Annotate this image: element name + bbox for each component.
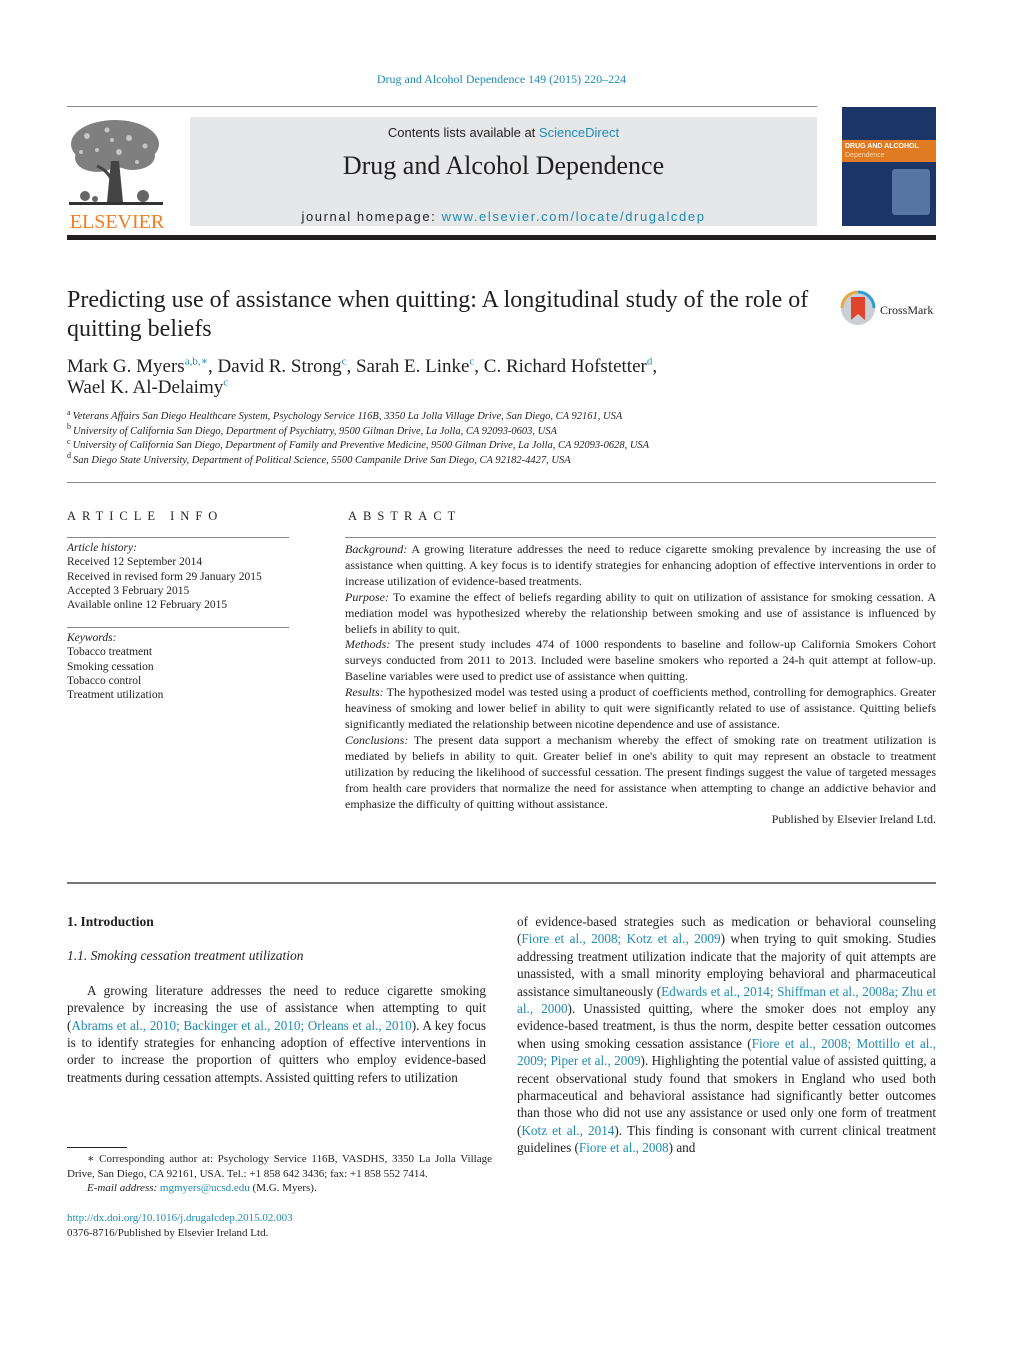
- email-link[interactable]: mgmyers@ucsd.edu: [160, 1182, 250, 1194]
- citation-link[interactable]: Fiore et al., 2008; Kotz et al., 2009: [521, 931, 720, 946]
- history-entry: Accepted 3 February 2015: [67, 584, 190, 597]
- elsevier-tree-icon: [69, 120, 163, 205]
- crossmark-badge[interactable]: CrossMark: [840, 290, 940, 330]
- subsection-heading: 1.1. Smoking cessation treatment utiliza…: [67, 948, 304, 964]
- keyword: Tobacco control: [67, 674, 142, 687]
- homepage-prefix: journal homepage:: [301, 209, 442, 224]
- affiliations-divider: [67, 482, 936, 483]
- citation-link[interactable]: Abrams et al., 2010; Backinger et al., 2…: [71, 1018, 411, 1033]
- author[interactable]: Sarah E. Linkec: [356, 356, 474, 377]
- crossmark-icon: [840, 290, 876, 325]
- email-label: E-mail address:: [87, 1182, 158, 1195]
- body-column-right: of evidence-based strategies such as med…: [517, 913, 936, 1157]
- article-info-divider: [67, 537, 289, 538]
- elsevier-wordmark: ELSEVIER: [69, 211, 165, 233]
- abstract-bottom-divider: [67, 882, 936, 884]
- keyword: Tobacco treatment: [67, 646, 153, 659]
- keywords-label: Keywords:: [67, 632, 117, 644]
- affiliation: b University of California San Diego, Dep…: [67, 422, 557, 437]
- doi-link[interactable]: http://dx.doi.org/10.1016/j.drugalcdep.2…: [67, 1211, 492, 1226]
- affiliation: d San Diego State University, Department …: [67, 451, 571, 466]
- abstract-body: Background: A growing literature address…: [345, 542, 936, 828]
- citation-link[interactable]: Fiore et al., 2008: [579, 1140, 669, 1155]
- journal-homepage-link[interactable]: www.elsevier.com/locate/drugalcdep: [442, 209, 706, 224]
- sciencedirect-link[interactable]: ScienceDirect: [539, 125, 619, 140]
- abstract-heading: ABSTRACT: [348, 509, 462, 523]
- contents-prefix: Contents lists available at: [387, 125, 539, 140]
- body-paragraph: A growing literature addresses the need …: [67, 982, 486, 1086]
- abstract-purpose: Purpose: To examine the effect of belief…: [345, 589, 936, 636]
- keyword: Treatment utilization: [67, 689, 164, 702]
- body-text: ) and: [668, 1140, 696, 1156]
- corresponding-author-footnote: ∗ Corresponding author at: Psychology Se…: [67, 1152, 492, 1196]
- section-heading: 1. Introduction: [67, 914, 154, 929]
- abstract-divider: [345, 537, 936, 538]
- keywords-divider: [67, 627, 289, 628]
- article-title: Predicting use of assistance when quitti…: [67, 287, 809, 342]
- article-info-heading: ARTICLE INFO: [67, 509, 224, 523]
- doi-block: http://dx.doi.org/10.1016/j.drugalcdep.2…: [67, 1211, 492, 1240]
- keywords: Keywords: Tobacco treatment Smoking cess…: [67, 631, 292, 702]
- journal-citation-link[interactable]: Drug and Alcohol Dependence 149 (2015) 2…: [377, 72, 626, 86]
- article-history-label: Article history:: [67, 542, 137, 554]
- citation-link[interactable]: Kotz et al., 2014: [521, 1123, 614, 1138]
- email-suffix: (M.G. Myers).: [249, 1182, 317, 1195]
- abstract-results: Results: The hypothesized model was test…: [345, 685, 936, 731]
- journal-citation[interactable]: Drug and Alcohol Dependence 149 (2015) 2…: [0, 72, 1003, 87]
- journal-masthead: Contents lists available at ScienceDirec…: [190, 117, 817, 226]
- author-list: Mark G. Myersa,b,∗, David R. Strongc, Sa…: [67, 355, 658, 398]
- elsevier-logo[interactable]: ELSEVIER: [67, 116, 167, 233]
- affiliations: a Veterans Affairs San Diego Healthcare S…: [67, 407, 937, 468]
- author-affiliation-marks[interactable]: a,b,∗: [185, 356, 208, 368]
- issn-line: 0376-8716/Published by Elsevier Ireland …: [67, 1226, 269, 1239]
- crossmark-label: CrossMark: [880, 303, 934, 317]
- abstract-conclusions: Conclusions: The present data support a …: [345, 732, 936, 811]
- keyword: Smoking cessation: [67, 660, 154, 673]
- author-affiliation-marks[interactable]: c: [223, 377, 228, 389]
- history-entry: Received 12 September 2014: [67, 556, 203, 569]
- body-column-left: 1. Introduction 1.1. Smoking cessation t…: [67, 913, 486, 1086]
- author[interactable]: Mark G. Myersa,b,∗: [67, 356, 208, 377]
- affiliation: c University of California San Diego, Dep…: [67, 436, 650, 451]
- journal-cover-image[interactable]: DRUG AND ALCOHOL Dependence: [842, 107, 936, 226]
- email-line: E-mail address: mgmyers@ucsd.edu (M.G. M…: [67, 1181, 492, 1196]
- affiliation: a Veterans Affairs San Diego Healthcare S…: [67, 407, 623, 422]
- cover-title: DRUG AND ALCOHOL: [845, 143, 919, 150]
- contents-available-line: Contents lists available at ScienceDirec…: [190, 125, 817, 140]
- author[interactable]: Wael K. Al-Delaimyc: [67, 377, 228, 398]
- header-thick-divider: [67, 235, 936, 240]
- top-divider: [67, 106, 817, 107]
- journal-homepage-line: journal homepage: www.elsevier.com/locat…: [190, 209, 817, 224]
- abstract-publisher-line: Published by Elsevier Ireland Ltd.: [771, 812, 936, 827]
- abstract-methods: Methods: The present study includes 474 …: [345, 637, 936, 684]
- history-entry: Received in revised form 29 January 2015: [67, 570, 262, 583]
- body-paragraph: of evidence-based strategies such as med…: [517, 913, 936, 1157]
- author[interactable]: David R. Strongc: [218, 356, 347, 377]
- author[interactable]: C. Richard Hofstetterd: [484, 356, 653, 377]
- corresponding-author-text: ∗ Corresponding author at: Psychology Se…: [67, 1153, 492, 1180]
- cover-subtitle: Dependence: [845, 152, 885, 159]
- footnote-divider: [67, 1147, 127, 1148]
- history-entry: Available online 12 February 2015: [67, 599, 228, 612]
- cover-glass-graphic: [892, 169, 930, 215]
- journal-name: Drug and Alcohol Dependence: [342, 151, 665, 180]
- abstract-background: Background: A growing literature address…: [345, 542, 936, 588]
- article-history: Article history: Received 12 September 2…: [67, 541, 292, 612]
